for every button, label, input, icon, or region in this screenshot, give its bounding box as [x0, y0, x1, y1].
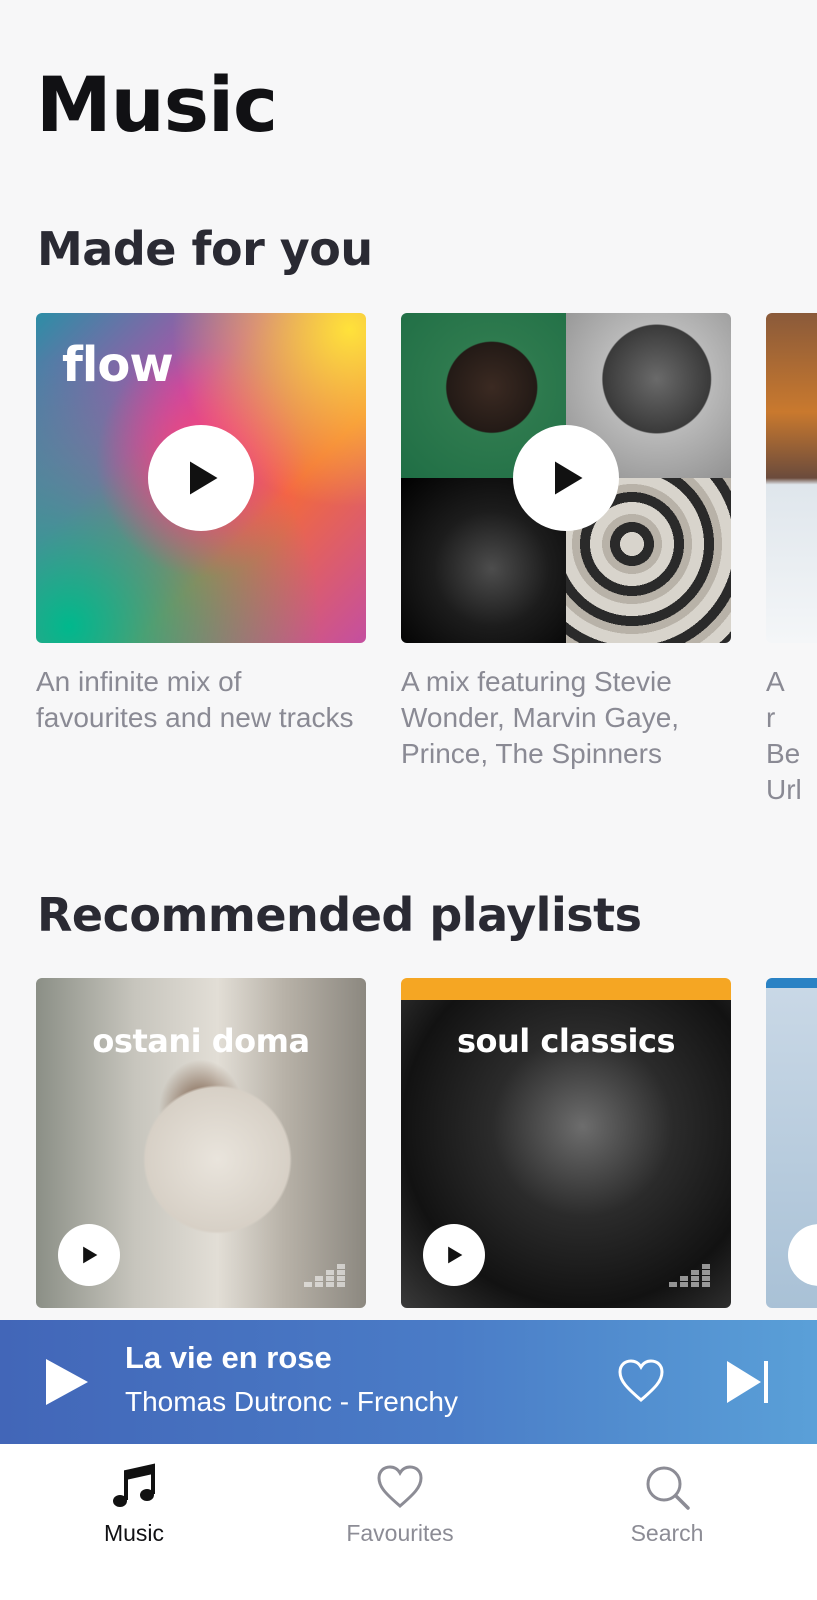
recommended-playlists-carousel[interactable]: ostani doma soul classics	[0, 978, 817, 1318]
nav-tab-favourites[interactable]: Favourites	[310, 1462, 490, 1547]
third-mix-card[interactable]	[766, 313, 817, 643]
soul-mix-description: A mix featuring Stevie Wonder, Marvin Ga…	[401, 666, 680, 769]
nav-label: Favourites	[346, 1520, 454, 1546]
recommended-playlists-heading: Recommended playlists	[37, 888, 642, 942]
playlist-title: ostani doma	[92, 1022, 310, 1060]
flow-play-button[interactable]	[148, 425, 254, 531]
now-playing-artist: Thomas Dutronc - Frenchy	[125, 1386, 458, 1417]
nav-tab-search[interactable]: Search	[577, 1462, 757, 1547]
now-playing-title: La vie en rose	[125, 1340, 332, 1375]
playlist-title: soul classics	[456, 1022, 676, 1060]
playlist-card-third[interactable]	[766, 978, 817, 1308]
made-for-you-carousel[interactable]: flow	[0, 313, 817, 653]
playlist-play-button[interactable]	[58, 1224, 120, 1286]
third-mix-description: A r Be Url	[766, 666, 802, 805]
playlist-play-button[interactable]	[788, 1224, 817, 1286]
heart-icon[interactable]	[617, 1358, 665, 1404]
nav-label: Music	[103, 1520, 165, 1546]
deezer-logo-icon	[304, 1264, 345, 1287]
bottom-navigation: Music Favourites Search	[0, 1444, 817, 1600]
play-icon[interactable]	[42, 1356, 92, 1408]
nav-tab-music[interactable]: Music	[44, 1462, 224, 1547]
play-icon	[83, 1246, 98, 1264]
page-title: Music	[36, 60, 278, 149]
music-note-icon	[113, 1463, 155, 1507]
play-icon	[190, 461, 218, 495]
heart-icon	[377, 1465, 423, 1508]
play-icon	[448, 1246, 463, 1264]
flow-mix-description: An infinite mix of favourites and new tr…	[36, 666, 354, 733]
soul-mix-card[interactable]	[401, 313, 731, 643]
playlist-card-soul-classics[interactable]: soul classics	[401, 978, 731, 1308]
flow-mix-card[interactable]: flow	[36, 313, 366, 643]
mini-player[interactable]: La vie en rose Thomas Dutronc - Frenchy	[0, 1320, 817, 1444]
nav-label: Search	[630, 1520, 704, 1546]
play-icon	[555, 461, 583, 495]
skip-next-icon[interactable]	[724, 1358, 772, 1406]
soul-mix-play-button[interactable]	[513, 425, 619, 531]
flow-logo: flow	[62, 337, 174, 393]
playlist-play-button[interactable]	[423, 1224, 485, 1286]
search-icon	[646, 1466, 690, 1510]
made-for-you-heading: Made for you	[37, 222, 373, 276]
deezer-logo-icon	[669, 1264, 710, 1287]
playlist-card-ostani-doma[interactable]: ostani doma	[36, 978, 366, 1308]
